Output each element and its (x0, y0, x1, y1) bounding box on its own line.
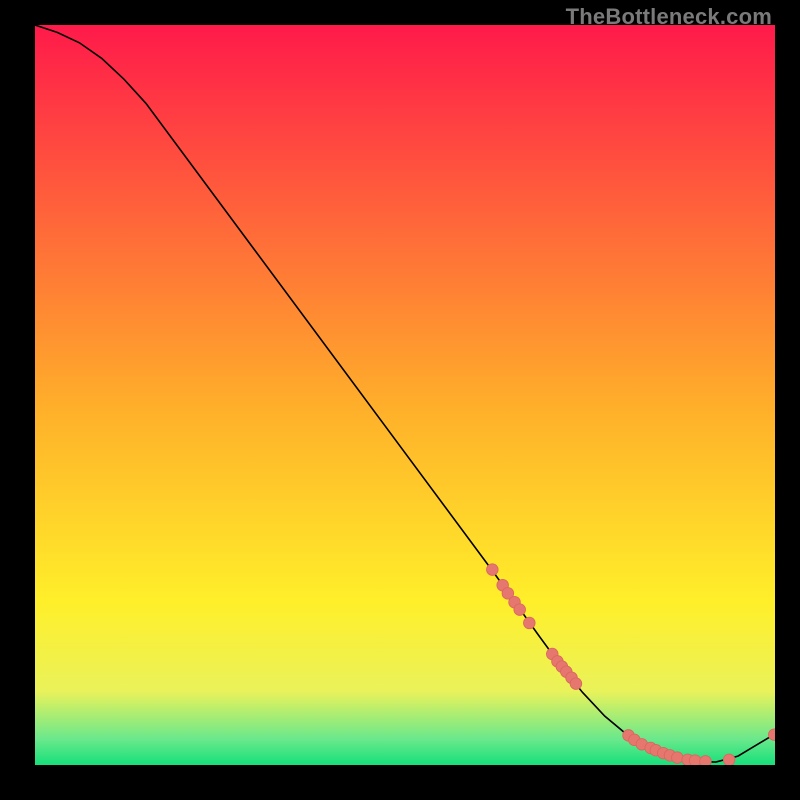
chart-background-gradient (35, 25, 775, 765)
data-point (689, 755, 701, 765)
data-point (514, 604, 526, 616)
chart-plot-area (35, 25, 775, 765)
data-point (524, 617, 536, 629)
data-point (672, 752, 684, 764)
data-point (723, 754, 735, 765)
chart-svg (35, 25, 775, 765)
data-point (570, 678, 582, 690)
watermark-text: TheBottleneck.com (566, 4, 772, 30)
data-point (487, 564, 499, 576)
data-point (700, 756, 712, 765)
